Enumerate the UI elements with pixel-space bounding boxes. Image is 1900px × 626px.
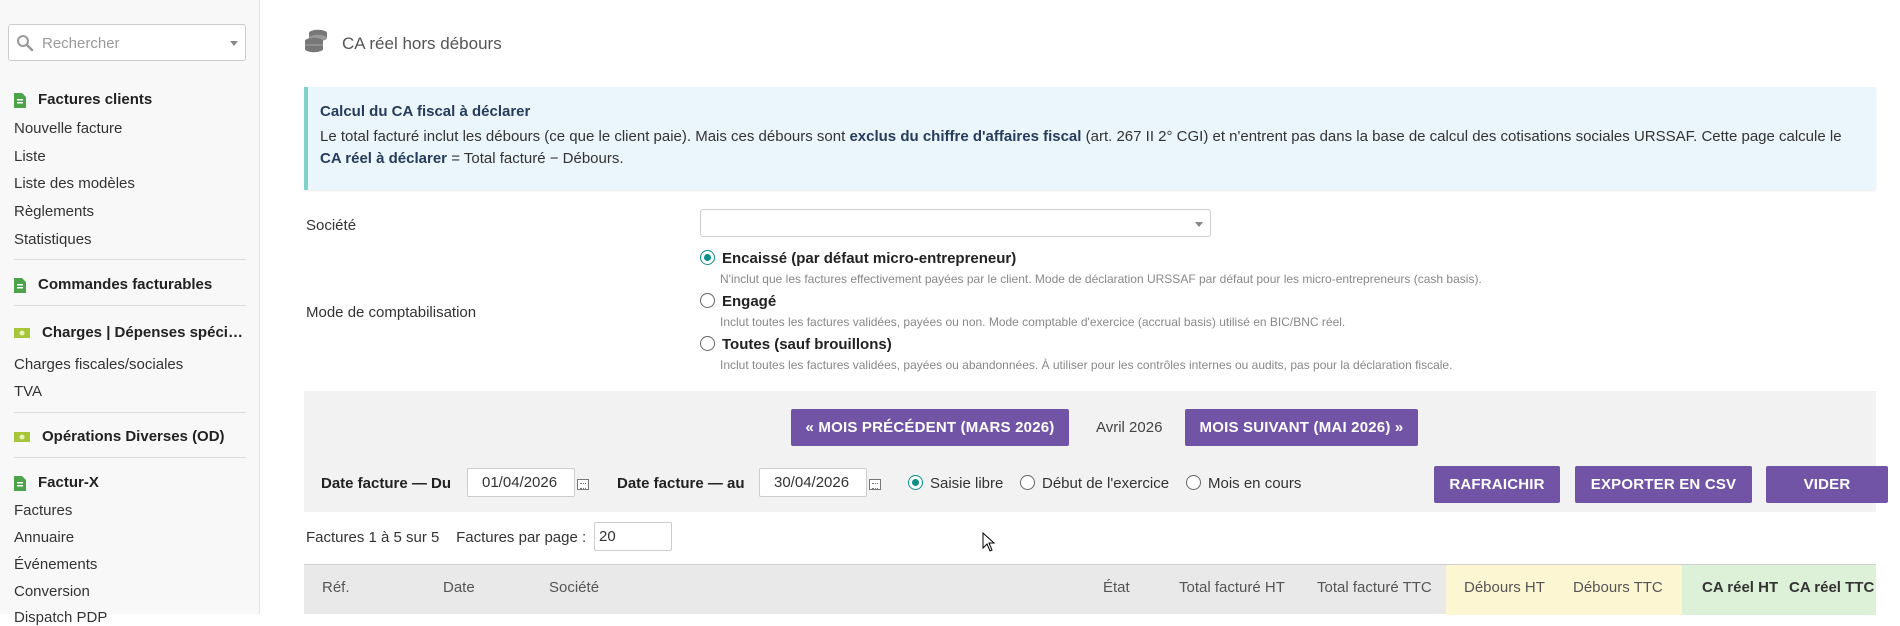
date-from-input[interactable]: 01/04/2026 <box>467 468 575 497</box>
export-csv-button[interactable]: EXPORTER EN CSV <box>1575 466 1752 503</box>
sidebar: Rechercher Factures clients Nouvelle fac… <box>0 0 260 626</box>
radio-button[interactable] <box>908 475 923 490</box>
radio-label: Toutes (sauf brouillons) <box>722 336 892 353</box>
pager-count: Factures 1 à 5 sur 5 <box>306 529 440 546</box>
invoice-icon <box>14 277 26 293</box>
info-text-part: Le total facturé inclut les débours (ce … <box>320 128 850 145</box>
date-to-input[interactable]: 30/04/2026 <box>759 468 867 497</box>
pager-summary: Factures 1 à 5 sur 5 Factures par page : <box>306 529 586 546</box>
radio-button[interactable] <box>700 336 715 351</box>
sidebar-section-label: Commandes facturables <box>38 276 213 293</box>
sidebar-section-facturx[interactable]: Factur-X <box>14 474 99 491</box>
radio-label: Saisie libre <box>930 475 1004 492</box>
current-month-label: Avril 2026 <box>1096 419 1163 436</box>
societe-select[interactable] <box>700 209 1211 237</box>
column-header-debours-ttc[interactable]: Débours TTC <box>1561 565 1682 615</box>
money-icon <box>14 328 30 339</box>
sidebar-section-label: Factures clients <box>38 91 153 108</box>
search-input[interactable]: Rechercher <box>8 24 246 61</box>
mode-toutes-help: Inclut toutes les factures validées, pay… <box>720 358 1453 372</box>
column-header-ca-reel-ht[interactable]: CA réel HT <box>1682 565 1786 615</box>
sidebar-section-label: Factur-X <box>38 474 99 491</box>
mode-encaisse-help: N'inclut que les factures effectivement … <box>720 272 1482 286</box>
sidebar-section-operations-diverses[interactable]: Opérations Diverses (OD) <box>14 428 225 445</box>
per-page-input[interactable]: 20 <box>594 522 672 551</box>
radio-button[interactable] <box>1020 475 1035 490</box>
column-header-ca-reel-ttc[interactable]: CA réel TTC <box>1786 565 1876 615</box>
mode-engage-help: Inclut toutes les factures validées, pay… <box>720 315 1346 329</box>
info-text: Le total facturé inclut les débours (ce … <box>320 126 1862 170</box>
calendar-icon[interactable] <box>869 479 881 490</box>
mouse-cursor-icon <box>982 532 996 552</box>
info-title: Calcul du CA fiscal à déclarer <box>320 103 531 120</box>
info-text-bold: CA réel à déclarer <box>320 150 448 167</box>
period-mois-en-cours-option[interactable]: Mois en cours <box>1186 475 1301 492</box>
radio-label: Engagé <box>722 293 777 310</box>
mode-toutes-option[interactable]: Toutes (sauf brouillons) <box>700 336 892 353</box>
column-header-date[interactable]: Date <box>443 565 475 615</box>
page-title: CA réel hors débours <box>342 34 502 53</box>
sidebar-section-label: Charges | Dépenses spéci… <box>42 324 243 341</box>
money-icon <box>14 432 30 443</box>
column-header-total-ht[interactable]: Total facturé HT <box>1179 565 1285 615</box>
divider <box>14 457 246 458</box>
radio-button[interactable] <box>1186 475 1201 490</box>
radio-button[interactable] <box>700 250 715 265</box>
mode-encaisse-option[interactable]: Encaissé (par défaut micro-entrepreneur) <box>700 250 1016 267</box>
refresh-button[interactable]: RAFRAICHIR <box>1434 466 1560 503</box>
sidebar-section-label: Opérations Diverses (OD) <box>42 428 225 445</box>
sidebar-item-liste[interactable]: Liste <box>14 148 46 165</box>
column-header-total-ttc[interactable]: Total facturé TTC <box>1317 565 1432 615</box>
search-icon <box>17 35 34 52</box>
chevron-down-icon <box>1195 222 1203 227</box>
next-month-button[interactable]: MOIS SUIVANT (MAI 2026) » <box>1185 409 1418 446</box>
column-header-debours-ht[interactable]: Débours HT <box>1446 565 1561 615</box>
mode-comptabilisation-label: Mode de comptabilisation <box>306 304 477 321</box>
period-debut-exercice-option[interactable]: Début de l'exercice <box>1020 475 1169 492</box>
sidebar-item-liste-modeles[interactable]: Liste des modèles <box>14 175 135 192</box>
table-header: Réf. Date Société État Total facturé HT … <box>304 564 1876 615</box>
sidebar-item-annuaire[interactable]: Annuaire <box>14 529 74 546</box>
sidebar-item-factures[interactable]: Factures <box>14 502 72 519</box>
info-text-bold: exclus du chiffre d'affaires fiscal <box>849 128 1082 145</box>
sidebar-item-evenements[interactable]: Événements <box>14 556 97 573</box>
column-header-ref[interactable]: Réf. <box>322 565 350 615</box>
sidebar-item-dispatch-pdp[interactable]: Dispatch PDP <box>14 609 107 626</box>
calendar-icon[interactable] <box>577 479 589 490</box>
sidebar-item-nouvelle-facture[interactable]: Nouvelle facture <box>14 120 122 137</box>
chevron-down-icon[interactable] <box>230 41 238 46</box>
mode-engage-option[interactable]: Engagé <box>700 293 776 310</box>
societe-label: Société <box>306 217 357 234</box>
info-callout: Calcul du CA fiscal à déclarer Le total … <box>304 87 1876 190</box>
sidebar-item-statistiques[interactable]: Statistiques <box>14 231 92 248</box>
date-to-label: Date facture — au <box>617 475 745 492</box>
sidebar-item-tva[interactable]: TVA <box>14 383 42 400</box>
sidebar-item-reglements[interactable]: Règlements <box>14 203 94 220</box>
divider <box>14 305 246 306</box>
info-text-part: (art. 267 II 2° CGI) et n'entrent pas da… <box>1081 128 1842 145</box>
sidebar-section-charges[interactable]: Charges | Dépenses spéci… <box>14 324 243 341</box>
radio-label: Début de l'exercice <box>1042 475 1170 492</box>
period-saisie-libre-option[interactable]: Saisie libre <box>908 475 1003 492</box>
info-text-part: = Total facturé − Débours. <box>447 150 624 167</box>
sidebar-section-commandes-facturables[interactable]: Commandes facturables <box>14 276 212 293</box>
invoice-icon <box>14 475 26 491</box>
column-header-societe[interactable]: Société <box>549 565 599 615</box>
clear-button[interactable]: VIDER <box>1766 466 1888 503</box>
radio-label: Mois en cours <box>1208 475 1302 492</box>
divider <box>14 259 246 260</box>
radio-button[interactable] <box>700 293 715 308</box>
column-header-etat[interactable]: État <box>1103 565 1130 615</box>
sidebar-item-charges-fiscales[interactable]: Charges fiscales/sociales <box>14 356 183 373</box>
per-page-label: Factures par page : <box>456 529 587 546</box>
coins-icon <box>305 29 327 53</box>
radio-label: Encaissé (par défaut micro-entrepreneur) <box>722 250 1017 267</box>
date-from-label: Date facture — Du <box>321 475 452 492</box>
divider <box>14 412 246 413</box>
search-placeholder: Rechercher <box>42 35 120 52</box>
invoice-icon <box>14 92 26 108</box>
sidebar-item-conversion[interactable]: Conversion <box>14 583 90 600</box>
sidebar-section-factures-clients[interactable]: Factures clients <box>14 91 152 108</box>
prev-month-button[interactable]: « MOIS PRÉCÉDENT (MARS 2026) <box>791 409 1069 446</box>
